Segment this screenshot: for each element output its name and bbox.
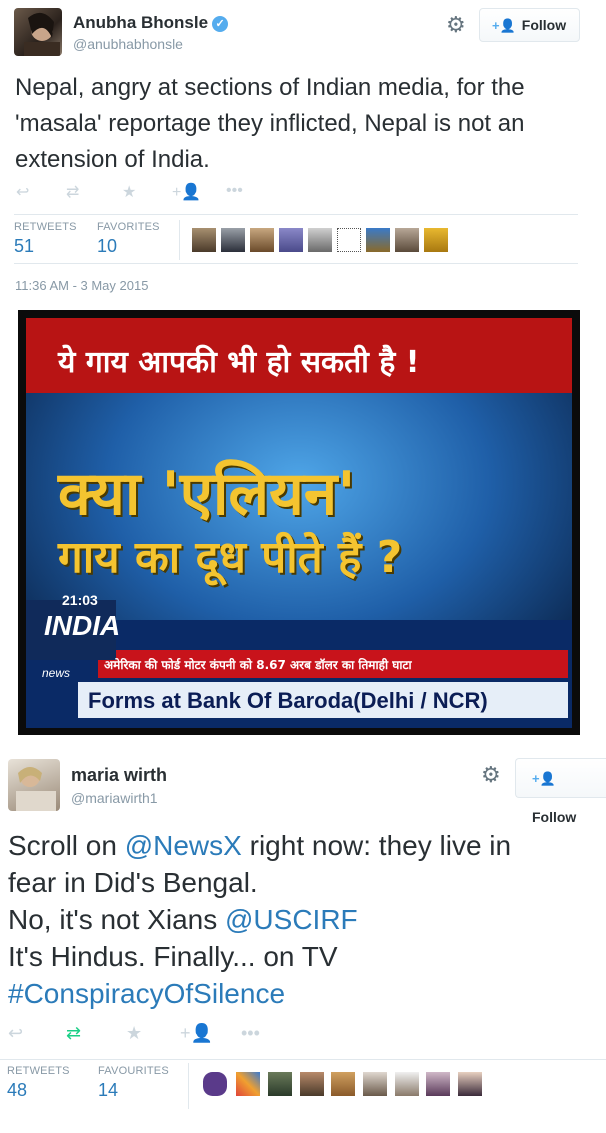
media-channel-logo: INDIA [44, 610, 121, 641]
favoriter-avatar[interactable] [363, 1072, 387, 1096]
retweets-count: 48 [7, 1080, 28, 1100]
follow-button[interactable]: +👤 Follow [479, 8, 580, 42]
mention-link[interactable]: @USCIRF [225, 904, 358, 935]
more-dots-icon[interactable]: ••• [241, 1023, 260, 1044]
favourites-stat[interactable]: FAVOURITES 14 [98, 1065, 169, 1101]
favoriter-avatar[interactable] [250, 228, 274, 252]
retweets-stat[interactable]: RETWEETS 51 [14, 221, 77, 257]
favoriter-avatar[interactable] [203, 1072, 227, 1096]
follow-label: Follow [521, 17, 567, 33]
media-ticker: अमेरिका की फोर्ड मोटर कंपनी को 8.67 अरब … [104, 658, 412, 672]
media-headline-sub: गाय का दूध पीते हैं ? [58, 532, 403, 583]
avatar[interactable] [8, 759, 60, 811]
author-name[interactable]: maria wirth [71, 765, 167, 786]
follow-user-icon: +👤 [492, 18, 516, 33]
author-handle[interactable]: @anubhabhonsle [73, 36, 183, 52]
favoriter-avatar[interactable] [300, 1072, 324, 1096]
favoriter-avatar[interactable] [236, 1072, 260, 1096]
favoriter-avatar[interactable] [366, 228, 390, 252]
retweets-count: 51 [14, 236, 35, 256]
retweets-label: RETWEETS [14, 221, 77, 233]
follow-user-icon: +👤 [532, 771, 556, 786]
media-channel-sub: news [42, 666, 71, 680]
stat-separator [188, 1063, 189, 1109]
favoriter-avatar[interactable] [424, 228, 448, 252]
tweet-text-line: fear in Did's Bengal. [8, 867, 258, 898]
tweet-text: Nepal, angry at sections of Indian media… [15, 74, 525, 173]
tweet-actions: ↩ ⇄ ★ +👤 ••• [8, 1023, 268, 1045]
avatar-photo [24, 12, 60, 56]
favoriter-avatar[interactable] [221, 228, 245, 252]
favoriter-avatar[interactable] [337, 228, 361, 252]
favoriter-avatar[interactable] [426, 1072, 450, 1096]
tweet-text: Scroll on @NewsX right now: they live in… [8, 827, 598, 1012]
favoriter-avatar[interactable] [192, 228, 216, 252]
favoriter-avatar[interactable] [279, 228, 303, 252]
tweet-text-line: No, it's not Xians @USCIRF [8, 904, 358, 935]
favorites-count: 10 [97, 236, 118, 256]
media-bottom-strip: Forms at Bank Of Baroda(Delhi / NCR) [88, 688, 488, 713]
gear-icon[interactable]: ⚙ [446, 12, 466, 38]
favourites-label: FAVOURITES [98, 1065, 169, 1077]
author-name[interactable]: Anubha Bhonsle ✓ [73, 13, 229, 33]
tweet-actions: ↩ ⇄ ★ +👤 ••• [16, 182, 256, 202]
star-icon[interactable]: ★ [126, 1023, 142, 1044]
tweet-text-line: #ConspiracyOfSilence [8, 975, 598, 1012]
reply-icon[interactable]: ↩ [8, 1023, 23, 1044]
retweet-icon[interactable]: ⇄ [66, 182, 79, 202]
favourites-count: 14 [98, 1080, 119, 1100]
author-handle[interactable]: @mariawirth1 [71, 790, 158, 806]
follow-user-icon[interactable]: +👤 [180, 1023, 213, 1044]
divider [0, 1059, 606, 1060]
retweet-icon[interactable]: ⇄ [66, 1023, 81, 1044]
tweet-text-line: It's Hindus. Finally... on TV [8, 941, 338, 972]
tweet-2: maria wirth @mariawirth1 ⚙ +👤 Follow Scro… [0, 750, 606, 1133]
hashtag-link[interactable]: #ConspiracyOfSilence [8, 978, 285, 1009]
timestamp[interactable]: 11:36 AM - 3 May 2015 [15, 278, 148, 293]
tweet-image[interactable]: ये गाय आपकी भी हो सकती है ! क्या 'एलियन'… [18, 310, 580, 735]
favorites-stat[interactable]: FAVORITES 10 [97, 221, 160, 257]
media-clock: 21:03 [62, 592, 98, 608]
author-name-text[interactable]: Anubha Bhonsle [73, 13, 208, 32]
avatar-photo [16, 767, 56, 811]
gear-icon[interactable]: ⚙ [481, 762, 501, 788]
avatar[interactable] [14, 8, 62, 56]
follow-user-icon[interactable]: +👤 [172, 182, 201, 202]
divider [14, 263, 578, 264]
more-dots-icon[interactable]: ••• [226, 182, 243, 200]
follow-button[interactable]: +👤 Follow [515, 758, 606, 825]
tweet-1: Anubha Bhonsle ✓ @anubhabhonsle ⚙ +👤 Follo… [0, 0, 606, 735]
favoriter-avatar[interactable] [331, 1072, 355, 1096]
favoriter-avatar[interactable] [458, 1072, 482, 1096]
verified-icon: ✓ [212, 16, 229, 32]
media-headline-top: ये गाय आपकी भी हो सकती है ! [58, 345, 420, 380]
divider [14, 214, 578, 215]
retweets-label: RETWEETS [7, 1065, 70, 1077]
retweets-stat[interactable]: RETWEETS 48 [7, 1065, 70, 1101]
favorites-label: FAVORITES [97, 221, 160, 233]
favoriter-avatar[interactable] [395, 1072, 419, 1096]
tweet-text-line: Scroll on @NewsX right now: they live in [8, 830, 512, 861]
media-headline-main: क्या 'एलियन' [58, 459, 356, 529]
reply-icon[interactable]: ↩ [16, 182, 29, 202]
follow-label: Follow [532, 809, 577, 825]
stat-separator [179, 220, 180, 260]
favoriter-avatar[interactable] [268, 1072, 292, 1096]
star-icon[interactable]: ★ [122, 182, 136, 202]
favoriter-avatar[interactable] [395, 228, 419, 252]
favoriter-avatar[interactable] [308, 228, 332, 252]
mention-link[interactable]: @NewsX [125, 830, 242, 861]
